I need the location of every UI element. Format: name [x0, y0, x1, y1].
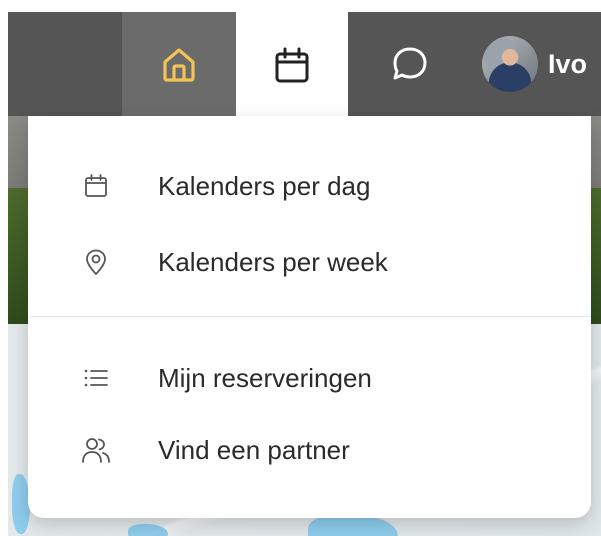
menu-item-label: Vind een partner	[158, 434, 350, 465]
calendar-icon	[80, 170, 112, 202]
chat-bubble-icon	[393, 47, 427, 80]
top-navigation-bar: Ivo	[8, 12, 601, 120]
menu-item-kalenders-per-week[interactable]: Kalenders per week	[28, 234, 591, 290]
nav-home-button[interactable]	[122, 12, 236, 116]
menu-divider	[28, 316, 591, 317]
menu-item-kalenders-per-dag[interactable]: Kalenders per dag	[28, 158, 591, 214]
profile-name: Ivo	[548, 48, 588, 79]
menu-item-label: Kalenders per dag	[158, 170, 371, 201]
home-icon	[163, 48, 195, 82]
calendar-dropdown-menu: Kalenders per dag Kalenders per week Mij…	[28, 116, 591, 518]
menu-item-vind-een-partner[interactable]: Vind een partner	[28, 422, 591, 478]
nav-chat-button[interactable]	[348, 12, 472, 116]
menu-item-label: Mijn reserveringen	[158, 362, 372, 393]
menu-item-mijn-reserveringen[interactable]: Mijn reserveringen	[28, 350, 591, 406]
nav-calendar-button[interactable]	[236, 12, 348, 120]
menu-item-label: Kalenders per week	[158, 246, 388, 277]
avatar	[482, 36, 538, 92]
nav-profile-button[interactable]: Ivo	[472, 12, 601, 116]
calendar-icon	[275, 47, 309, 83]
list-icon	[80, 362, 112, 394]
users-icon	[80, 434, 112, 466]
location-pin-icon	[80, 246, 112, 278]
map-water	[128, 524, 168, 536]
